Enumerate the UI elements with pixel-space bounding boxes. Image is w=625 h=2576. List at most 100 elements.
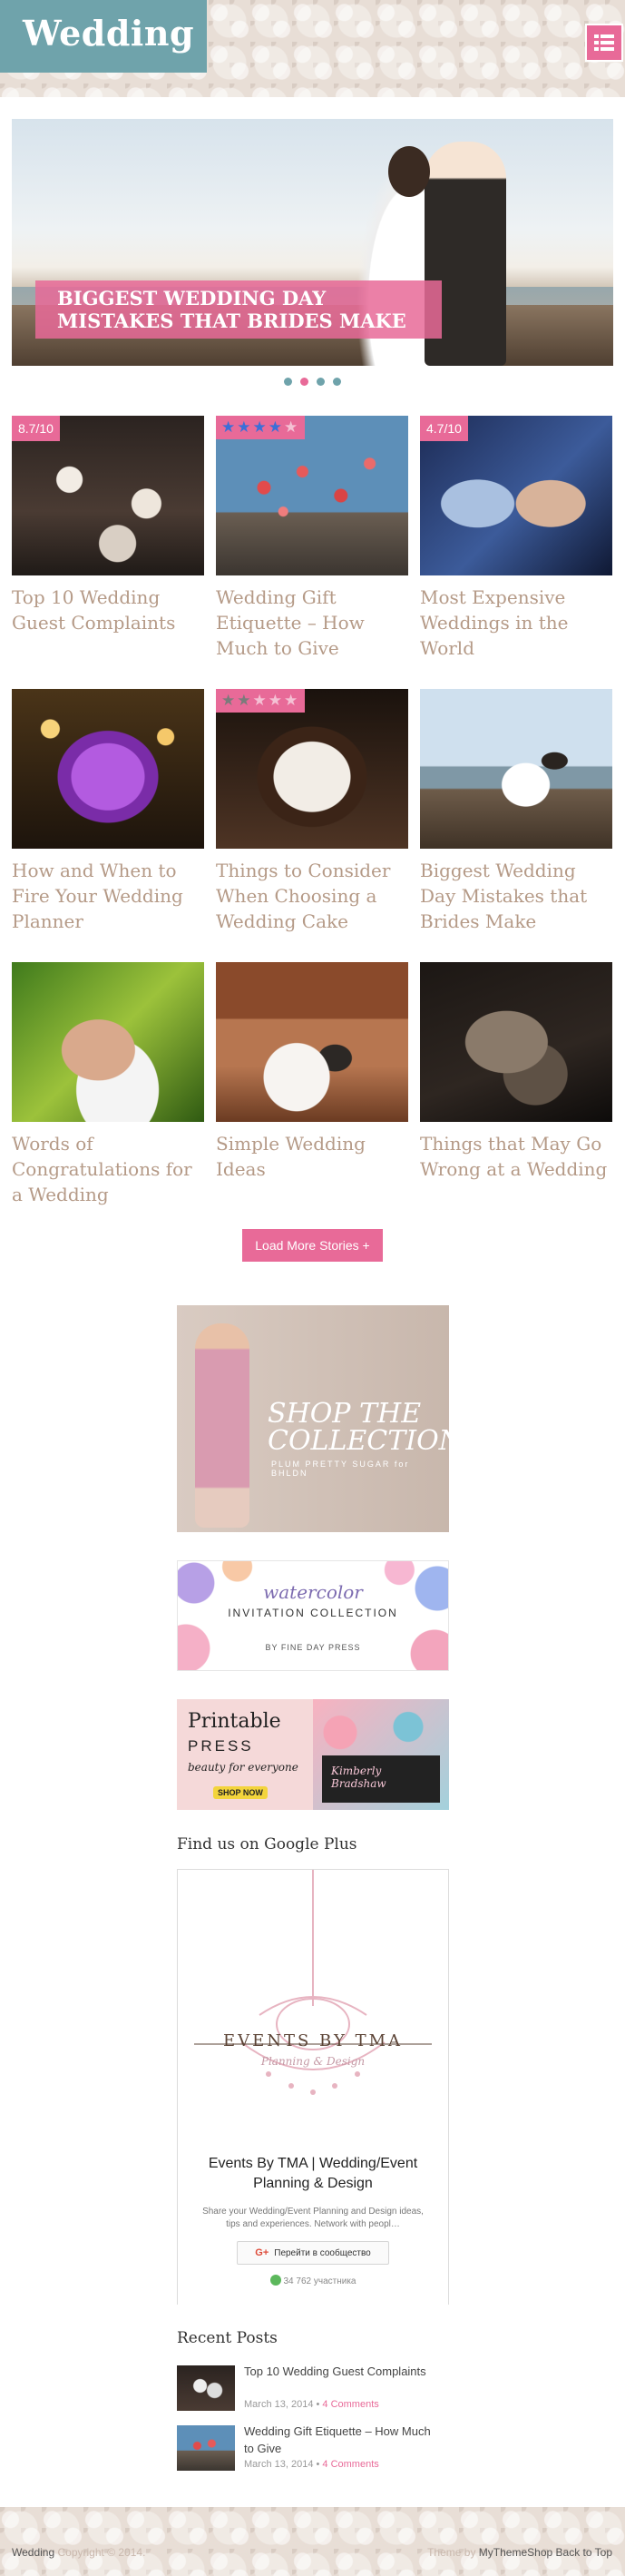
slider-dot-active[interactable] — [300, 378, 308, 386]
slider-dot[interactable] — [284, 378, 292, 386]
back-to-top-link[interactable]: Back to Top — [556, 2546, 612, 2559]
site-header: Wedding — [0, 0, 625, 97]
google-plus-icon: G+ — [255, 2247, 269, 2258]
post-card[interactable]: Words of Congratulations for a Wedding — [12, 962, 204, 1207]
ad-byline: BY FINE DAY PRESS — [265, 1643, 361, 1652]
footer-theme-author-link[interactable]: MyThemeShop — [479, 2546, 552, 2559]
star-icon: ★ — [268, 692, 284, 709]
post-thumbnail[interactable] — [420, 962, 612, 1122]
post-title[interactable]: Things to Consider When Choosing a Weddi… — [216, 858, 408, 934]
post-title[interactable]: Biggest Wedding Day Mistakes that Brides… — [420, 858, 612, 934]
ad-card: Kimberly Bradshaw — [322, 1755, 440, 1803]
recent-post-title[interactable]: Top 10 Wedding Guest Complaints — [244, 2363, 444, 2380]
ad-title: watercolor — [263, 1581, 363, 1603]
post-card[interactable]: How and When to Fire Your Wedding Planne… — [12, 689, 204, 934]
post-title[interactable]: Things that May Go Wrong at a Wedding — [420, 1131, 612, 1182]
list-menu-icon — [594, 34, 614, 51]
footer-site-link[interactable]: Wedding — [12, 2546, 54, 2559]
post-thumbnail[interactable] — [12, 689, 204, 849]
post-title[interactable]: Wedding Gift Etiquette – How Much to Giv… — [216, 585, 408, 661]
star-icon: ★ — [221, 418, 238, 436]
google-plus-widget[interactable]: EVENTS BY TMA Planning & Design Events B… — [177, 1869, 449, 2305]
ad-banner-shop-collection[interactable]: SHOP THE COLLECTION PLUM PRETTY SUGAR fo… — [177, 1305, 449, 1532]
ad-subtitle: INVITATION COLLECTION — [228, 1607, 398, 1619]
post-thumbnail[interactable]: ★★★★★ — [216, 416, 408, 575]
ad-banner-printable-press[interactable]: Kimberly Bradshaw Printable PRESS beauty… — [177, 1699, 449, 1810]
slider-dot[interactable] — [317, 378, 325, 386]
post-card[interactable]: 8.7/10 Top 10 Wedding Guest Complaints — [12, 416, 204, 635]
star-icon: ★ — [268, 418, 284, 436]
ad-banner-watercolor[interactable]: watercolor INVITATION COLLECTION BY FINE… — [177, 1560, 449, 1671]
star-icon: ★ — [252, 418, 269, 436]
post-thumbnail[interactable] — [420, 689, 612, 849]
star-icon: ★ — [252, 692, 269, 709]
star-icon: ★ — [221, 692, 238, 709]
footer-copyright: Wedding Copyright © 2014. — [12, 2546, 145, 2559]
community-name[interactable]: Events By TMA | Wedding/Event Planning &… — [187, 2154, 439, 2194]
ad-tagline: beauty for everyone — [188, 1761, 298, 1774]
star-rating: ★★★★★ — [216, 689, 306, 713]
slider-pagination — [0, 378, 625, 386]
slide-caption[interactable]: BIGGEST WEDDING DAY MISTAKES THAT BRIDES… — [35, 280, 442, 339]
widget-title-google-plus: Find us on Google Plus — [177, 1835, 357, 1853]
join-community-button[interactable]: G+ Перейти в сообщество — [237, 2241, 389, 2265]
ad-title: SHOP THE COLLECTION — [268, 1398, 449, 1457]
recent-post-date: March 13, 2014 — [244, 2459, 314, 2470]
community-description: Share your Wedding/Event Planning and De… — [202, 2207, 424, 2229]
star-icon: ★ — [284, 418, 300, 436]
post-thumbnail[interactable]: 4.7/10 — [420, 416, 612, 575]
star-icon: ★ — [284, 692, 300, 709]
recent-post-meta: March 13, 2014 • 4 Comments — [244, 2459, 379, 2470]
site-logo[interactable]: Wedding — [0, 0, 207, 73]
ad-press: PRESS — [188, 1737, 254, 1755]
post-thumbnail[interactable] — [216, 962, 408, 1122]
star-icon: ★ — [237, 418, 253, 436]
recent-post-date: March 13, 2014 — [244, 2399, 314, 2410]
ad-shop-now-button[interactable]: SHOP NOW — [213, 1786, 268, 1799]
recent-post-comments[interactable]: 4 Comments — [322, 2459, 378, 2470]
widget-title-recent-posts: Recent Posts — [177, 2329, 278, 2347]
post-title[interactable]: How and When to Fire Your Wedding Planne… — [12, 858, 204, 934]
chandelier-icon — [194, 1870, 432, 2095]
footer-credits: Theme by MyThemeShop Back to Top — [427, 2546, 612, 2559]
featured-slider[interactable]: BIGGEST WEDDING DAY MISTAKES THAT BRIDES… — [12, 119, 613, 366]
recent-post-item[interactable]: Top 10 Wedding Guest Complaints March 13… — [177, 2363, 449, 2414]
post-thumbnail[interactable]: ★★★★★ — [216, 689, 408, 849]
post-thumbnail[interactable]: 8.7/10 — [12, 416, 204, 575]
post-title[interactable]: Words of Congratulations for a Wedding — [12, 1131, 204, 1207]
post-title[interactable]: Top 10 Wedding Guest Complaints — [12, 585, 204, 635]
recent-post-thumbnail[interactable] — [177, 2365, 235, 2411]
recent-post-meta: March 13, 2014 • 4 Comments — [244, 2399, 379, 2410]
score-badge: 8.7/10 — [12, 416, 60, 441]
post-card[interactable]: ★★★★★ Wedding Gift Etiquette – How Much … — [216, 416, 408, 661]
post-title[interactable]: Most Expensive Weddings in the World — [420, 585, 612, 661]
post-card[interactable]: Simple Wedding Ideas — [216, 962, 408, 1182]
load-more-button[interactable]: Load More Stories + — [242, 1229, 383, 1262]
slider-dot[interactable] — [333, 378, 341, 386]
footer-theme-by: Theme by — [427, 2546, 476, 2559]
ad-title: Printable — [188, 1710, 281, 1733]
star-icon: ★ — [237, 692, 253, 709]
brand-tagline: Planning & Design — [260, 2055, 366, 2068]
menu-button[interactable] — [585, 24, 623, 62]
star-rating: ★★★★★ — [216, 416, 306, 439]
ad-subtitle: PLUM PRETTY SUGAR for BHLDN — [271, 1460, 410, 1478]
post-card[interactable]: 4.7/10 Most Expensive Weddings in the Wo… — [420, 416, 612, 661]
members-icon — [269, 2275, 281, 2286]
recent-post-thumbnail[interactable] — [177, 2425, 235, 2471]
post-card[interactable]: Biggest Wedding Day Mistakes that Brides… — [420, 689, 612, 934]
site-footer: Wedding Copyright © 2014. Theme by MyThe… — [0, 2507, 625, 2576]
footer-copyright-text: Copyright © 2014. — [57, 2546, 146, 2559]
member-count: 34 762 участника — [178, 2275, 448, 2286]
join-community-label: Перейти в сообщество — [274, 2247, 371, 2258]
score-badge: 4.7/10 — [420, 416, 468, 441]
post-title[interactable]: Simple Wedding Ideas — [216, 1131, 408, 1182]
recent-post-title[interactable]: Wedding Gift Etiquette – How Much to Giv… — [244, 2423, 444, 2457]
post-card[interactable]: ★★★★★ Things to Consider When Choosing a… — [216, 689, 408, 934]
post-card[interactable]: Things that May Go Wrong at a Wedding — [420, 962, 612, 1182]
recent-post-item[interactable]: Wedding Gift Etiquette – How Much to Giv… — [177, 2423, 449, 2473]
member-count-text: 34 762 участника — [283, 2276, 356, 2286]
ad-model-image — [195, 1323, 249, 1528]
post-thumbnail[interactable] — [12, 962, 204, 1122]
recent-post-comments[interactable]: 4 Comments — [322, 2399, 378, 2410]
